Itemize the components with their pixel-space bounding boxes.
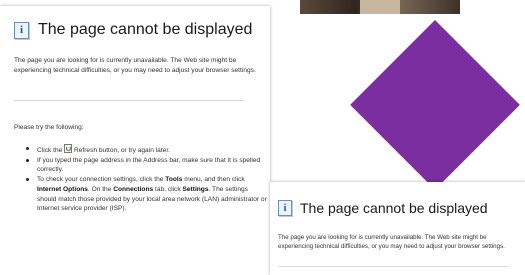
error-description: The page you are looking for is currentl… (14, 57, 256, 74)
error-description: The page you are looking for is currentl… (278, 234, 505, 250)
error-page-panel-small: i The page cannot be displayed The page … (270, 182, 525, 275)
emphasis-text: Tools (165, 176, 183, 184)
suggestion-text: tab, click (153, 185, 183, 193)
suggestion-list: Click the Refresh button, or try again l… (24, 144, 269, 214)
suggestion-text: Refresh button, or try again later. (72, 147, 170, 154)
emphasis-text: Settings (182, 185, 209, 193)
suggestion-text: menu, and then click (182, 176, 245, 184)
page-title-row: i The page cannot be displayed (278, 200, 488, 216)
suggestion-text: If you typed the page address in the Add… (37, 156, 261, 174)
emphasis-text: Internet Options (37, 185, 88, 193)
suggestion-item: To check your connection settings, click… (24, 175, 269, 214)
suggestion-text: Click the (37, 147, 65, 154)
suggestion-item: Click the Refresh button, or try again l… (24, 144, 269, 156)
error-page-panel-large: i The page cannot be displayed The page … (0, 6, 270, 275)
suggestion-text: To check your connection settings, click… (37, 176, 166, 184)
page-title-row: i The page cannot be displayed (14, 21, 252, 39)
page-title: The page cannot be displayed (300, 200, 488, 216)
try-heading: Please try the following: (14, 124, 84, 131)
divider (14, 100, 244, 101)
suggestion-text: . On the (87, 185, 114, 193)
purple-diamond-shape (350, 20, 520, 190)
info-icon: i (14, 21, 29, 39)
info-icon: i (278, 200, 292, 216)
page-title: The page cannot be displayed (38, 21, 253, 38)
refresh-icon (64, 144, 73, 153)
background-photo (300, 0, 460, 14)
emphasis-text: Connections (113, 185, 154, 193)
divider (278, 266, 508, 267)
suggestion-item: If you typed the page address in the Add… (24, 156, 269, 175)
